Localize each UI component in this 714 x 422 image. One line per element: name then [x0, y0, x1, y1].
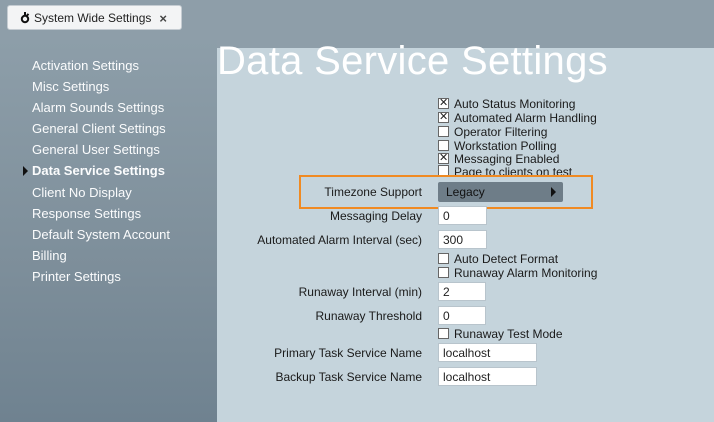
page-title: Data Service Settings	[217, 39, 608, 83]
runaway-test-mode-row: Runaway Test Mode	[438, 326, 563, 341]
timezone-value: Legacy	[446, 185, 485, 199]
sidebar-item-general-client-settings[interactable]: General Client Settings	[32, 121, 166, 136]
runaway-test-mode-checkbox[interactable]	[438, 328, 449, 339]
backup-task-service-label: Backup Task Service Name	[275, 370, 422, 384]
page-to-clients-row: Page to clients on test	[438, 165, 572, 175]
automated-alarm-handling-row: Automated Alarm Handling	[438, 110, 597, 125]
sidebar-item-general-user-settings[interactable]: General User Settings	[32, 142, 160, 157]
primary-task-service-input[interactable]	[438, 343, 537, 362]
sidebar-item-data-service-settings[interactable]: Data Service Settings	[32, 163, 165, 178]
timezone-support-label: Timezone Support	[324, 185, 422, 199]
runaway-interval-input[interactable]	[438, 282, 486, 301]
workstation-polling-row: Workstation Polling	[438, 138, 557, 153]
active-arrow-icon	[23, 166, 28, 176]
runaway-interval-label: Runaway Interval (min)	[298, 285, 422, 299]
checkbox-label: Messaging Enabled	[454, 151, 560, 166]
sidebar-item-default-system-account[interactable]: Default System Account	[32, 227, 170, 242]
tab-bar: System Wide Settings ×	[0, 0, 714, 40]
checkbox-label: Runaway Test Mode	[454, 326, 563, 341]
sidebar-item-printer-settings[interactable]: Printer Settings	[32, 269, 121, 284]
sidebar-item-alarm-sounds-settings[interactable]: Alarm Sounds Settings	[32, 100, 164, 115]
auto-status-monitoring-checkbox[interactable]	[438, 96, 449, 109]
checkbox-label: Workstation Polling	[454, 138, 557, 153]
automated-alarm-handling-checkbox[interactable]	[438, 110, 449, 123]
timezone-support-select[interactable]: Legacy	[438, 182, 563, 202]
checkbox-label: Page to clients on test	[454, 165, 573, 175]
checkbox-label: Operator Filtering	[454, 124, 548, 139]
close-icon[interactable]: ×	[159, 11, 167, 26]
runaway-alarm-monitoring-checkbox[interactable]	[438, 267, 449, 278]
tab-title: System Wide Settings	[34, 10, 152, 25]
operator-filtering-row: Operator Filtering	[438, 124, 548, 139]
auto-status-monitoring-row: Auto Status Monitoring	[438, 96, 576, 111]
page-to-clients-checkbox[interactable]	[438, 165, 449, 175]
gear-icon	[20, 11, 30, 24]
checkbox-label: Automated Alarm Handling	[454, 110, 597, 125]
sidebar-item-client-no-display[interactable]: Client No Display	[32, 185, 132, 200]
automated-alarm-interval-input[interactable]	[438, 230, 487, 249]
backup-task-service-input[interactable]	[438, 367, 537, 386]
operator-filtering-checkbox[interactable]	[438, 126, 449, 137]
sidebar-item-misc-settings[interactable]: Misc Settings	[32, 79, 109, 94]
runaway-alarm-monitoring-row: Runaway Alarm Monitoring	[438, 265, 598, 280]
sidebar-item-billing[interactable]: Billing	[32, 248, 67, 263]
caret-right-icon	[551, 187, 556, 197]
automated-alarm-interval-label: Automated Alarm Interval (sec)	[257, 233, 422, 247]
messaging-delay-input[interactable]	[438, 206, 487, 225]
messaging-enabled-row: Messaging Enabled	[438, 151, 560, 166]
workstation-polling-checkbox[interactable]	[438, 140, 449, 151]
auto-detect-format-checkbox[interactable]	[438, 253, 449, 264]
runaway-threshold-label: Runaway Threshold	[315, 309, 422, 323]
messaging-delay-label: Messaging Delay	[329, 209, 422, 223]
sidebar-item-response-settings[interactable]: Response Settings	[32, 206, 141, 221]
checkbox-label: Auto Status Monitoring	[454, 96, 576, 111]
runaway-threshold-input[interactable]	[438, 306, 486, 325]
checkbox-label: Runaway Alarm Monitoring	[454, 265, 598, 280]
messaging-enabled-checkbox[interactable]	[438, 151, 449, 164]
sidebar-item-activation-settings[interactable]: Activation Settings	[32, 58, 139, 73]
auto-detect-format-row: Auto Detect Format	[438, 251, 559, 266]
primary-task-service-label: Primary Task Service Name	[274, 346, 422, 360]
tab-system-wide-settings[interactable]: System Wide Settings ×	[7, 5, 182, 30]
checkbox-label: Auto Detect Format	[454, 251, 559, 266]
